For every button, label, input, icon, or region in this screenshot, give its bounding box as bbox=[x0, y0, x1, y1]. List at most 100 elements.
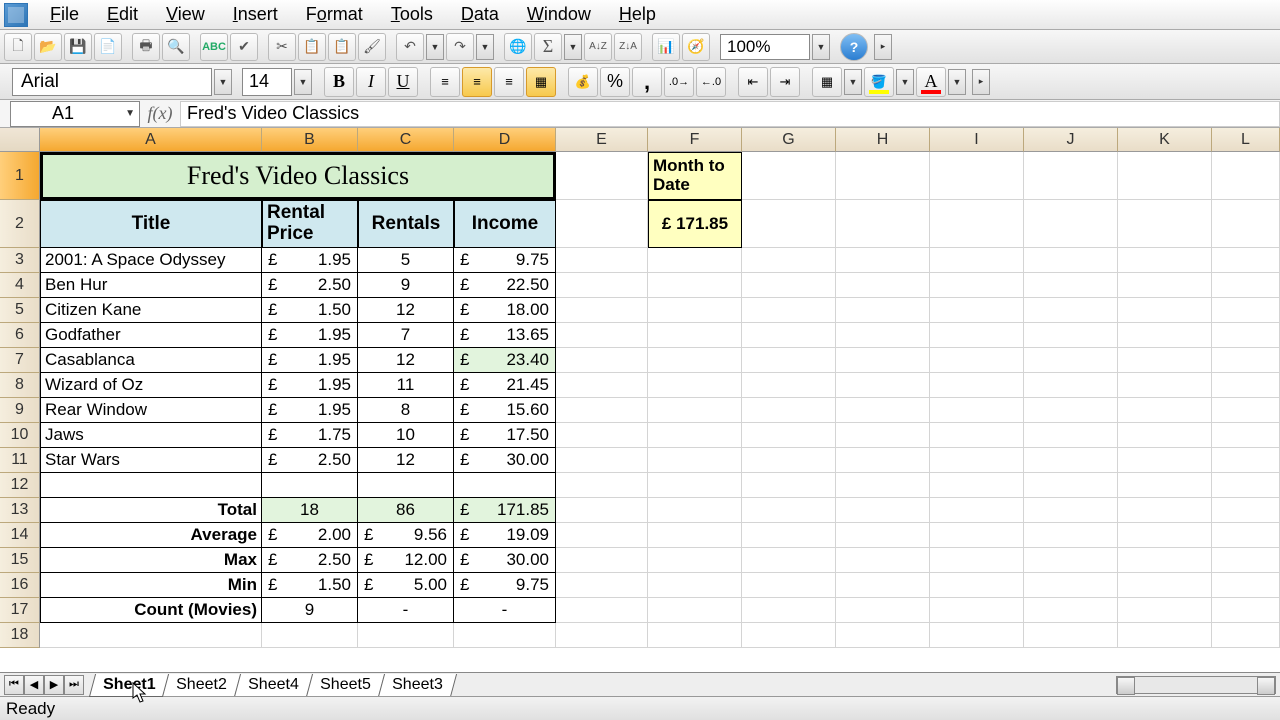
cell[interactable] bbox=[1212, 548, 1280, 573]
cell[interactable] bbox=[742, 248, 836, 273]
fx-label[interactable]: f(x) bbox=[140, 103, 180, 124]
cell[interactable] bbox=[836, 523, 930, 548]
tab-nav-next[interactable]: ▶ bbox=[44, 675, 64, 695]
cell[interactable] bbox=[556, 473, 648, 498]
cell[interactable]: 10 bbox=[358, 423, 454, 448]
help-button[interactable]: ? bbox=[840, 33, 868, 61]
cell[interactable] bbox=[930, 523, 1024, 548]
cell[interactable] bbox=[742, 573, 836, 598]
cell[interactable] bbox=[648, 623, 742, 648]
menu-view[interactable]: View bbox=[152, 0, 219, 29]
cell[interactable] bbox=[1024, 448, 1118, 473]
cell[interactable] bbox=[1212, 498, 1280, 523]
cell[interactable]: - bbox=[358, 598, 454, 623]
cell[interactable] bbox=[836, 373, 930, 398]
font-name-dropdown[interactable]: ▼ bbox=[214, 69, 232, 95]
cell[interactable] bbox=[1024, 398, 1118, 423]
cell[interactable] bbox=[742, 473, 836, 498]
cell[interactable]: £23.40 bbox=[454, 348, 556, 373]
cell[interactable] bbox=[1212, 323, 1280, 348]
copy-button[interactable]: 📋 bbox=[298, 33, 326, 61]
cell[interactable]: Ben Hur bbox=[40, 273, 262, 298]
cell[interactable] bbox=[930, 200, 1024, 248]
borders-button[interactable]: ▦ bbox=[812, 67, 842, 97]
cell[interactable]: 2001: A Space Odyssey bbox=[40, 248, 262, 273]
cell[interactable]: £30.00 bbox=[454, 548, 556, 573]
row-header-9[interactable]: 9 bbox=[0, 398, 40, 423]
cell[interactable] bbox=[1024, 548, 1118, 573]
cell[interactable] bbox=[1118, 348, 1212, 373]
cell[interactable]: £2.50 bbox=[262, 548, 358, 573]
italic-button[interactable]: I bbox=[356, 67, 386, 97]
cell[interactable] bbox=[742, 398, 836, 423]
cell[interactable] bbox=[836, 498, 930, 523]
sheet-tab-sheet3[interactable]: Sheet3 bbox=[378, 674, 457, 697]
cell[interactable] bbox=[1118, 423, 1212, 448]
row-header-17[interactable]: 17 bbox=[0, 598, 40, 623]
select-all-corner[interactable] bbox=[0, 128, 40, 152]
cell[interactable] bbox=[454, 623, 556, 648]
cell[interactable]: Total bbox=[40, 498, 262, 523]
autocorrect-button[interactable]: ✔︎ bbox=[230, 33, 258, 61]
cell[interactable] bbox=[1024, 598, 1118, 623]
cell[interactable] bbox=[930, 548, 1024, 573]
paste-button[interactable]: 📋 bbox=[328, 33, 356, 61]
merge-cells-button[interactable]: ▦ bbox=[526, 67, 556, 97]
menu-edit[interactable]: Edit bbox=[93, 0, 152, 29]
redo-button[interactable]: ↷ bbox=[446, 33, 474, 61]
cell[interactable] bbox=[742, 298, 836, 323]
cell[interactable] bbox=[1212, 623, 1280, 648]
cell[interactable] bbox=[556, 598, 648, 623]
cell[interactable] bbox=[836, 273, 930, 298]
cell[interactable] bbox=[648, 573, 742, 598]
cell-header-title[interactable]: Title bbox=[40, 200, 262, 248]
cell[interactable] bbox=[648, 273, 742, 298]
sheet-tab-sheet1[interactable]: Sheet1 bbox=[89, 674, 170, 697]
cell[interactable] bbox=[1118, 523, 1212, 548]
cell[interactable]: 12 bbox=[358, 298, 454, 323]
cell-header-rentals[interactable]: Rentals bbox=[358, 200, 454, 248]
cell[interactable]: Count (Movies) bbox=[40, 598, 262, 623]
cell[interactable] bbox=[742, 373, 836, 398]
cell[interactable] bbox=[836, 473, 930, 498]
cell[interactable]: £1.75 bbox=[262, 423, 358, 448]
cell[interactable]: 5 bbox=[358, 248, 454, 273]
cell[interactable] bbox=[742, 200, 836, 248]
cell[interactable]: 12 bbox=[358, 348, 454, 373]
cell[interactable] bbox=[930, 373, 1024, 398]
cell[interactable] bbox=[742, 523, 836, 548]
horizontal-scrollbar[interactable] bbox=[1116, 676, 1276, 694]
cell-header-price[interactable]: Rental Price bbox=[262, 200, 358, 248]
cell[interactable]: Casablanca bbox=[40, 348, 262, 373]
cell[interactable]: £17.50 bbox=[454, 423, 556, 448]
cell[interactable]: 18 bbox=[262, 498, 358, 523]
cell[interactable] bbox=[556, 548, 648, 573]
sum-button[interactable]: Σ bbox=[534, 33, 562, 61]
cell[interactable] bbox=[1118, 623, 1212, 648]
cell-header-income[interactable]: Income bbox=[454, 200, 556, 248]
sum-dropdown[interactable]: ▼ bbox=[564, 34, 582, 60]
cell[interactable] bbox=[930, 348, 1024, 373]
cell[interactable]: 8 bbox=[358, 398, 454, 423]
cell[interactable]: £2.50 bbox=[262, 448, 358, 473]
cell[interactable]: Wizard of Oz bbox=[40, 373, 262, 398]
cell[interactable] bbox=[930, 598, 1024, 623]
cell[interactable]: £1.95 bbox=[262, 398, 358, 423]
cell[interactable] bbox=[836, 323, 930, 348]
fill-color-button[interactable]: 🪣 bbox=[864, 67, 894, 97]
cell[interactable]: £13.65 bbox=[454, 323, 556, 348]
print-preview-button[interactable]: 🔍 bbox=[162, 33, 190, 61]
cell[interactable]: £1.50 bbox=[262, 298, 358, 323]
cell[interactable] bbox=[556, 423, 648, 448]
open-button[interactable]: 📂 bbox=[34, 33, 62, 61]
align-right-button[interactable]: ≡ bbox=[494, 67, 524, 97]
cell[interactable] bbox=[648, 248, 742, 273]
toolbar-overflow[interactable]: ▸ bbox=[874, 34, 892, 60]
cell[interactable]: £1.50 bbox=[262, 573, 358, 598]
cell[interactable]: £1.95 bbox=[262, 248, 358, 273]
cells-area[interactable]: Fred's Video ClassicsMonth to DateTitleR… bbox=[40, 152, 1280, 648]
font-size-select[interactable]: 14 bbox=[242, 68, 292, 96]
cell[interactable]: £1.95 bbox=[262, 348, 358, 373]
cell[interactable] bbox=[1118, 473, 1212, 498]
sheet-tab-sheet2[interactable]: Sheet2 bbox=[162, 674, 241, 697]
